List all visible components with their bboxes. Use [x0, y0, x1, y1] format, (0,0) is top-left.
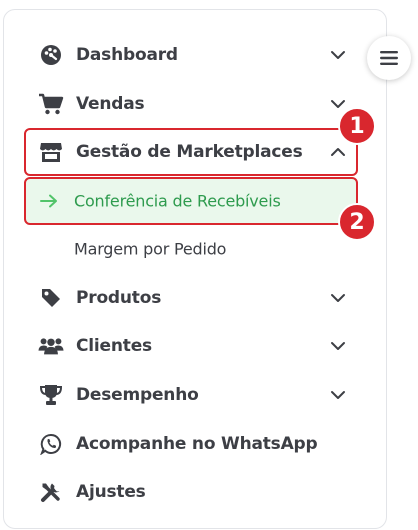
sidebar-subitem-conferencia-recebiveis[interactable]: Conferência de Recebíveis: [24, 177, 358, 225]
annotation-badge-2: 2: [338, 203, 376, 241]
chevron-down-icon: [331, 100, 345, 108]
sidebar-item-label: Vendas: [76, 94, 145, 114]
sidebar-item-whatsapp[interactable]: Acompanhe no WhatsApp: [24, 424, 358, 464]
chevron-up-icon: [331, 148, 345, 156]
menu-icon: [380, 51, 398, 65]
sidebar-item-label: Clientes: [76, 336, 152, 356]
sidebar-item-label: Dashboard: [76, 45, 178, 65]
chevron-down-icon: [331, 51, 345, 59]
chevron-down-icon: [331, 342, 345, 350]
annotation-badge-1: 1: [338, 107, 376, 145]
sidebar-item-produtos[interactable]: Produtos: [24, 278, 358, 318]
sidebar-item-vendas[interactable]: Vendas: [24, 84, 358, 124]
sidebar-item-label: Gestão de Marketplaces: [76, 142, 303, 162]
sidebar-toggle-button[interactable]: [367, 36, 411, 80]
users-icon: [38, 335, 64, 357]
sidebar-item-clientes[interactable]: Clientes: [24, 326, 358, 366]
cart-icon: [38, 93, 64, 115]
sidebar-item-gestao-marketplaces[interactable]: Gestão de Marketplaces: [24, 128, 358, 176]
trophy-icon: [38, 384, 64, 406]
sidebar-item-label: Ajustes: [76, 482, 146, 502]
store-icon: [38, 141, 64, 163]
sidebar-item-label: Acompanhe no WhatsApp: [76, 434, 318, 454]
chevron-down-icon: [331, 294, 345, 302]
sidebar-item-ajustes[interactable]: Ajustes: [24, 472, 358, 512]
sidebar-subitem-margem-pedido[interactable]: Margem por Pedido: [24, 229, 358, 269]
sidebar-item-desempenho[interactable]: Desempenho: [24, 375, 358, 415]
arrow-right-icon: [36, 190, 62, 212]
sidebar-item-dashboard[interactable]: Dashboard: [24, 35, 358, 75]
sidebar-subitem-label: Margem por Pedido: [74, 239, 227, 259]
sidebar-subitem-label: Conferência de Recebíveis: [74, 191, 281, 211]
sidebar-item-label: Produtos: [76, 288, 162, 308]
tools-icon: [38, 481, 64, 503]
whatsapp-icon: [38, 433, 64, 455]
sidebar-item-label: Desempenho: [76, 385, 199, 405]
palette-icon: [38, 44, 64, 66]
tag-icon: [38, 287, 64, 309]
chevron-down-icon: [331, 391, 345, 399]
